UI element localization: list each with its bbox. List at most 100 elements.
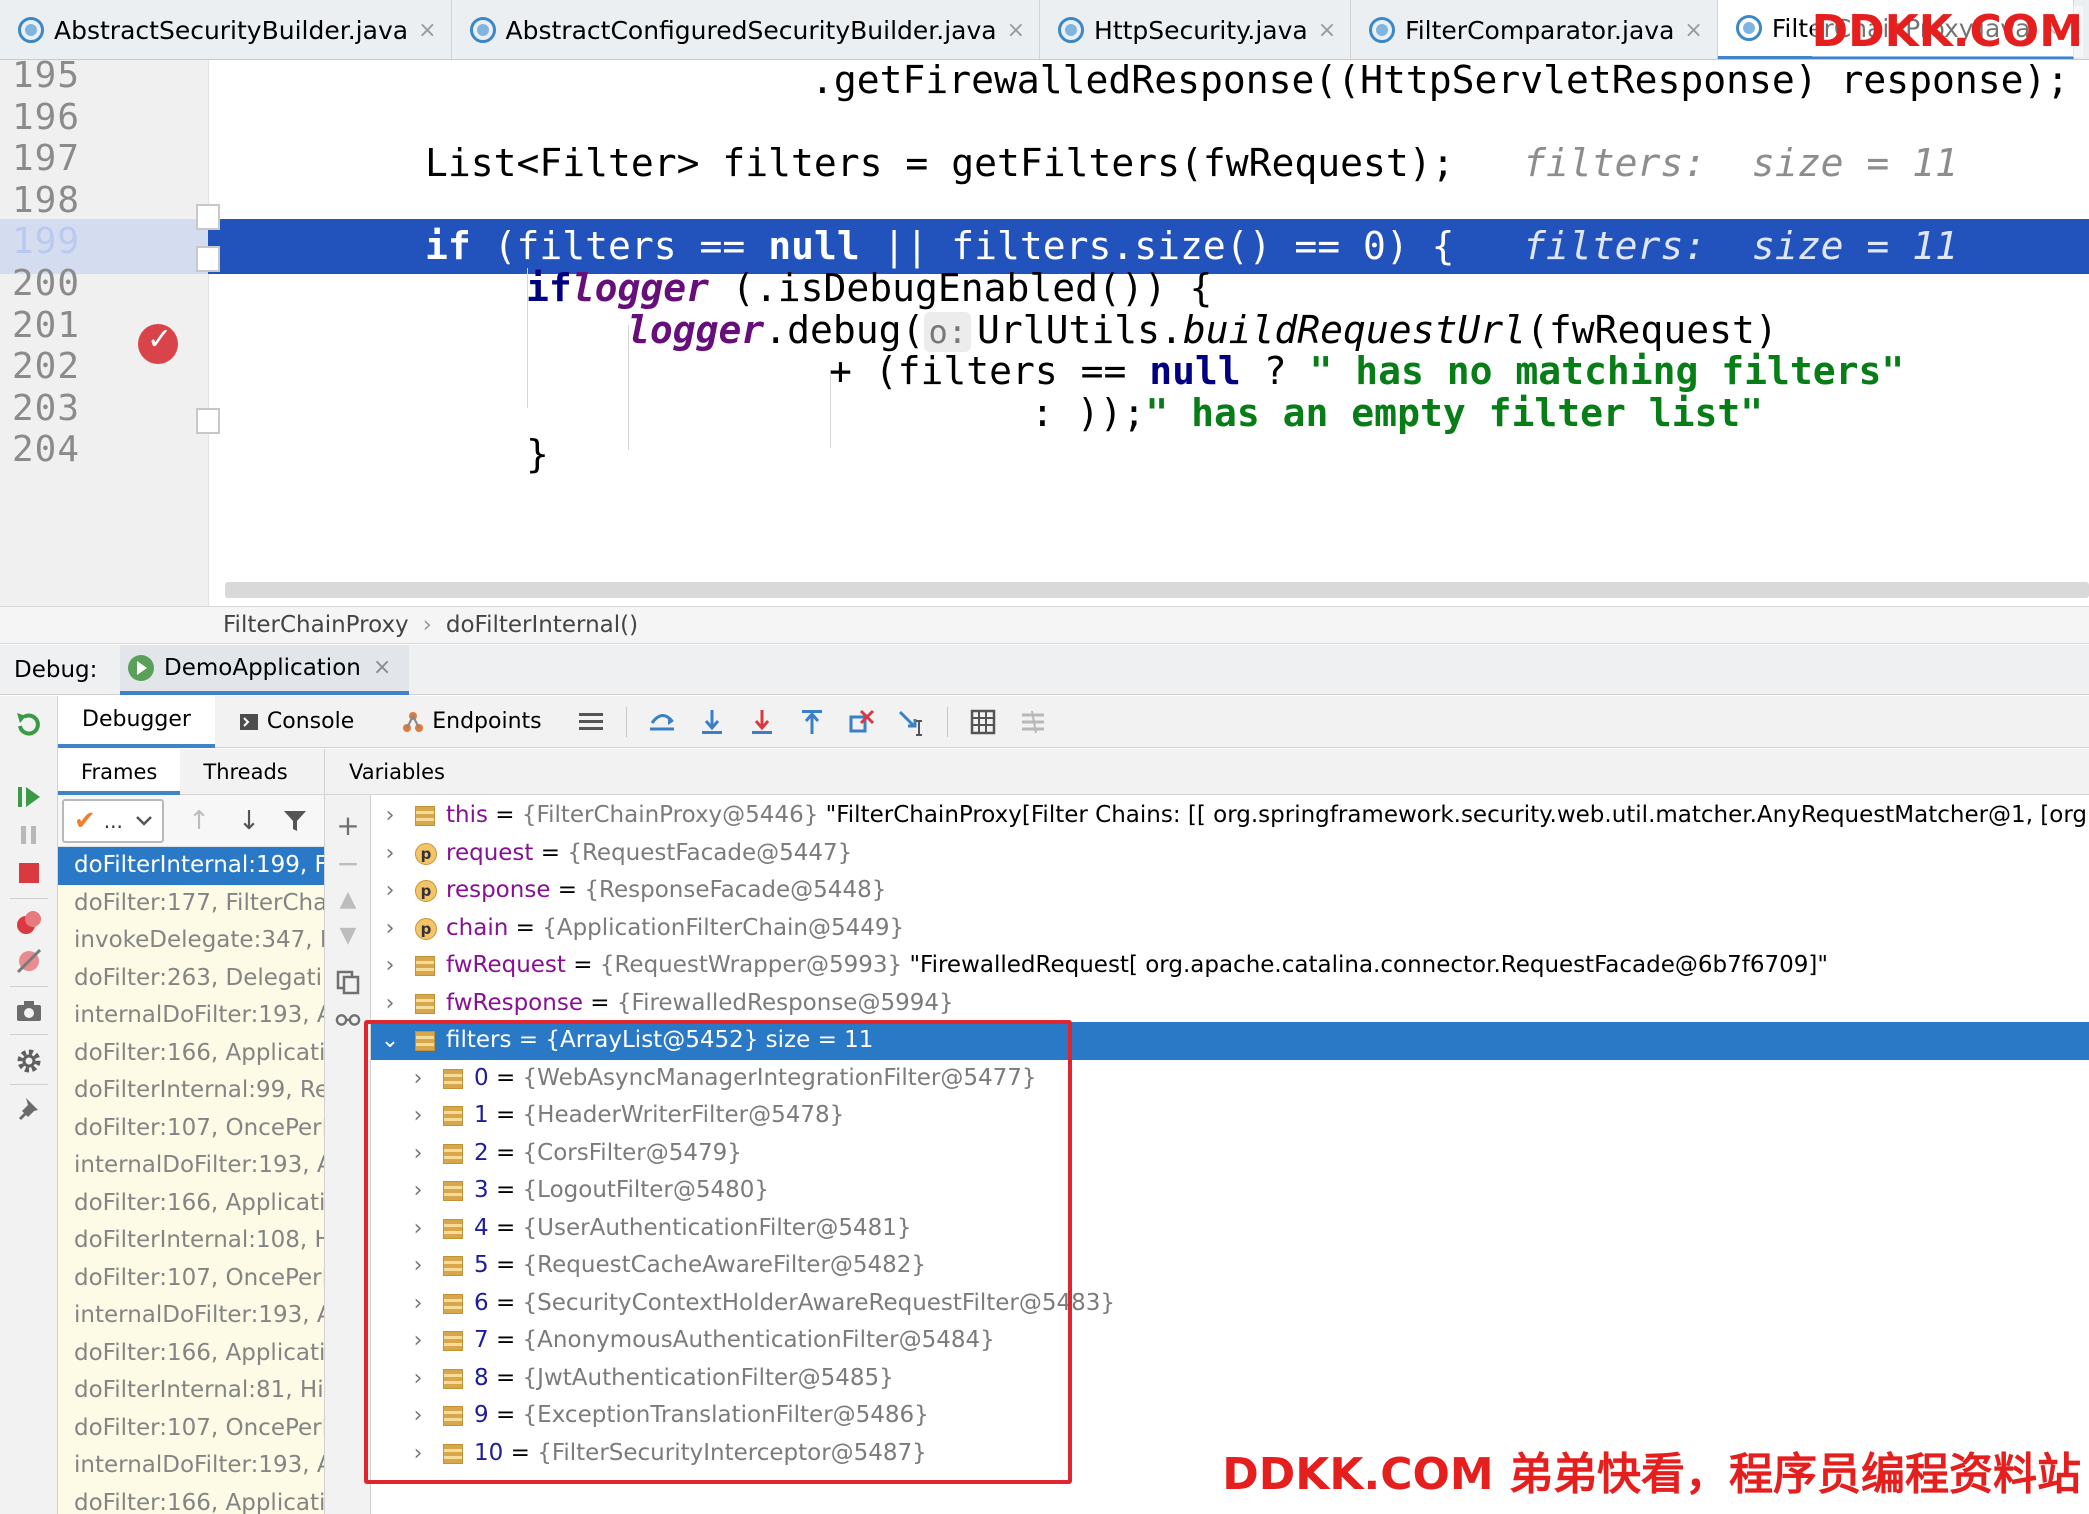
run-config-tab[interactable]: DemoApplication × xyxy=(120,644,410,695)
frame-item[interactable]: internalDoFilter:193, ApplicationFilterC… xyxy=(58,1447,324,1485)
step-over-icon[interactable] xyxy=(697,707,727,737)
close-icon[interactable]: × xyxy=(373,655,391,680)
tab-console[interactable]: Console xyxy=(215,696,378,748)
chevron-right-icon[interactable]: › xyxy=(379,872,401,910)
breadcrumb-class[interactable]: FilterChainProxy xyxy=(223,612,409,638)
run-to-cursor-icon[interactable] xyxy=(897,707,927,737)
copy-icon[interactable] xyxy=(335,969,361,995)
tab-frames[interactable]: Frames xyxy=(58,749,181,795)
plus-icon[interactable]: + xyxy=(335,809,361,842)
chevron-right-icon[interactable]: › xyxy=(407,1210,429,1248)
file-tab[interactable]: AbstractConfiguredSecurityBuilder.java × xyxy=(452,0,1041,59)
frame-item[interactable]: internalDoFilter:193, ApplicationFilterC… xyxy=(58,1147,324,1185)
frame-item[interactable]: doFilter:107, OncePerRequestFilter xyxy=(58,1259,324,1297)
mute-breakpoints-icon[interactable] xyxy=(14,946,44,976)
frame-item[interactable]: doFilter:177, FilterChainProxy xyxy=(58,884,324,922)
variable-row[interactable]: › 6 = {SecurityContextHolderAwareRequestF… xyxy=(371,1285,2089,1323)
breakpoint-icon[interactable] xyxy=(138,322,178,364)
variable-row[interactable]: › p chain = {ApplicationFilterChain@5449} xyxy=(371,910,2089,948)
stop-icon[interactable] xyxy=(14,858,44,888)
pin-icon[interactable] xyxy=(14,1094,44,1124)
camera-icon[interactable] xyxy=(14,996,44,1026)
frame-item[interactable]: doFilter:263, DelegatingFilterProxy xyxy=(58,959,324,997)
thread-selector[interactable]: ✔ ... xyxy=(62,798,164,843)
variable-row[interactable]: › this = {FilterChainProxy@5446} "FilterC… xyxy=(371,797,2089,835)
filter-icon[interactable] xyxy=(282,808,308,834)
file-tab[interactable]: AbstractSecurityBuilder.java × xyxy=(0,0,452,59)
chevron-right-icon[interactable]: › xyxy=(407,1435,429,1473)
frame-item[interactable]: doFilterInternal:99, RequestContextFilte… xyxy=(58,1072,324,1110)
chevron-right-icon[interactable]: › xyxy=(407,1285,429,1323)
menu-icon[interactable] xyxy=(576,707,606,737)
close-icon[interactable]: × xyxy=(1318,18,1336,43)
breadcrumb-method[interactable]: doFilterInternal() xyxy=(446,612,638,638)
variable-row[interactable]: › fwResponse = {FirewalledResponse@5994} xyxy=(371,985,2089,1023)
variable-row[interactable]: › 9 = {ExceptionTranslationFilter@5486} xyxy=(371,1397,2089,1435)
variable-row[interactable]: › 1 = {HeaderWriterFilter@5478} xyxy=(371,1097,2089,1135)
variable-row[interactable]: › 0 = {WebAsyncManagerIntegrationFilter@5… xyxy=(371,1060,2089,1098)
resume-icon[interactable] xyxy=(14,782,44,812)
gear-icon[interactable] xyxy=(14,1046,44,1076)
chevron-down-icon[interactable]: ▼ xyxy=(335,923,361,948)
close-icon[interactable]: × xyxy=(1684,18,1702,43)
file-tab[interactable]: FilterComparator.java × xyxy=(1351,0,1718,59)
rerun-icon[interactable] xyxy=(14,710,44,740)
frame-item[interactable]: doFilterInternal:199, FilterChainProxy xyxy=(58,847,324,885)
frame-item[interactable]: internalDoFilter:193, ApplicationFilterC… xyxy=(58,997,324,1035)
frame-item[interactable]: doFilterInternal:108, HttpPutFormContent… xyxy=(58,1222,324,1260)
fold-marker-icon[interactable] xyxy=(196,246,220,272)
tab-endpoints[interactable]: Endpoints xyxy=(378,696,565,748)
frame-item[interactable]: doFilter:166, ApplicationFilterChain xyxy=(58,1484,324,1514)
arrow-down-icon[interactable]: ↓ xyxy=(234,806,264,836)
step-out-icon[interactable] xyxy=(797,707,827,737)
chevron-right-icon[interactable]: › xyxy=(407,1172,429,1210)
chevron-right-icon[interactable]: › xyxy=(407,1322,429,1360)
step-into-icon[interactable] xyxy=(747,707,777,737)
chevron-right-icon[interactable]: › xyxy=(407,1247,429,1285)
chevron-right-icon[interactable]: › xyxy=(379,797,401,835)
variable-row[interactable]: › fwRequest = {RequestWrapper@5993} "Fire… xyxy=(371,947,2089,985)
trace-current-stream-icon[interactable] xyxy=(1018,707,1048,737)
minus-icon[interactable]: − xyxy=(335,847,361,880)
tab-threads[interactable]: Threads xyxy=(180,749,310,795)
close-icon[interactable]: × xyxy=(418,18,436,43)
chevron-right-icon[interactable]: › xyxy=(407,1060,429,1098)
chevron-right-icon[interactable]: › xyxy=(379,910,401,948)
chevron-right-icon[interactable]: › xyxy=(407,1397,429,1435)
show-execution-point-icon[interactable] xyxy=(647,707,677,737)
pause-icon[interactable] xyxy=(14,820,44,850)
tab-debugger[interactable]: Debugger xyxy=(58,695,215,748)
frame-item[interactable]: doFilter:107, OncePerRequestFilter xyxy=(58,1409,324,1447)
drop-frame-icon[interactable] xyxy=(847,707,877,737)
variable-row[interactable]: › 8 = {JwtAuthenticationFilter@5485} xyxy=(371,1360,2089,1398)
variable-row[interactable]: › p response = {ResponseFacade@5448} xyxy=(371,872,2089,910)
frame-item[interactable]: doFilter:107, OncePerRequestFilter xyxy=(58,1109,324,1147)
horizontal-scrollbar[interactable] xyxy=(225,582,2089,598)
variable-row[interactable]: › 3 = {LogoutFilter@5480} xyxy=(371,1172,2089,1210)
variable-row[interactable]: ⌄ filters = {ArrayList@5452} size = 11 xyxy=(371,1022,2089,1060)
variable-row[interactable]: › 2 = {CorsFilter@5479} xyxy=(371,1135,2089,1173)
close-icon[interactable]: × xyxy=(1007,18,1025,43)
variable-row[interactable]: › 5 = {RequestCacheAwareFilter@5482} xyxy=(371,1247,2089,1285)
view-breakpoints-icon[interactable] xyxy=(14,908,44,938)
evaluate-expression-icon[interactable] xyxy=(968,707,998,737)
code-editor[interactable]: 195 .getFirewalledResponse((HttpServletR… xyxy=(0,60,2089,606)
chevron-right-icon[interactable]: › xyxy=(379,835,401,873)
arrow-up-icon[interactable]: ↑ xyxy=(184,806,214,836)
variable-row[interactable]: › 7 = {AnonymousAuthenticationFilter@5484… xyxy=(371,1322,2089,1360)
chevron-up-icon[interactable]: ▲ xyxy=(335,887,361,912)
chevron-down-icon[interactable]: ⌄ xyxy=(379,1022,401,1060)
frame-item[interactable]: doFilter:166, ApplicationFilterChain xyxy=(58,1034,324,1072)
chevron-right-icon[interactable]: › xyxy=(407,1135,429,1173)
frame-item[interactable]: doFilter:166, ApplicationFilterChain xyxy=(58,1184,324,1222)
fold-marker-icon[interactable] xyxy=(196,204,220,230)
file-tab[interactable]: HttpSecurity.java × xyxy=(1040,0,1352,59)
chevron-right-icon[interactable]: › xyxy=(407,1360,429,1398)
chevron-right-icon[interactable]: › xyxy=(379,985,401,1023)
frame-item[interactable]: doFilterInternal:81, HiddenHttpMethodFil… xyxy=(58,1372,324,1410)
variable-row[interactable]: › p request = {RequestFacade@5447} xyxy=(371,835,2089,873)
glasses-icon[interactable] xyxy=(335,1009,361,1029)
chevron-right-icon[interactable]: › xyxy=(407,1097,429,1135)
frame-item[interactable]: internalDoFilter:193, ApplicationFilterC… xyxy=(58,1297,324,1335)
variable-row[interactable]: › 4 = {UserAuthenticationFilter@5481} xyxy=(371,1210,2089,1248)
